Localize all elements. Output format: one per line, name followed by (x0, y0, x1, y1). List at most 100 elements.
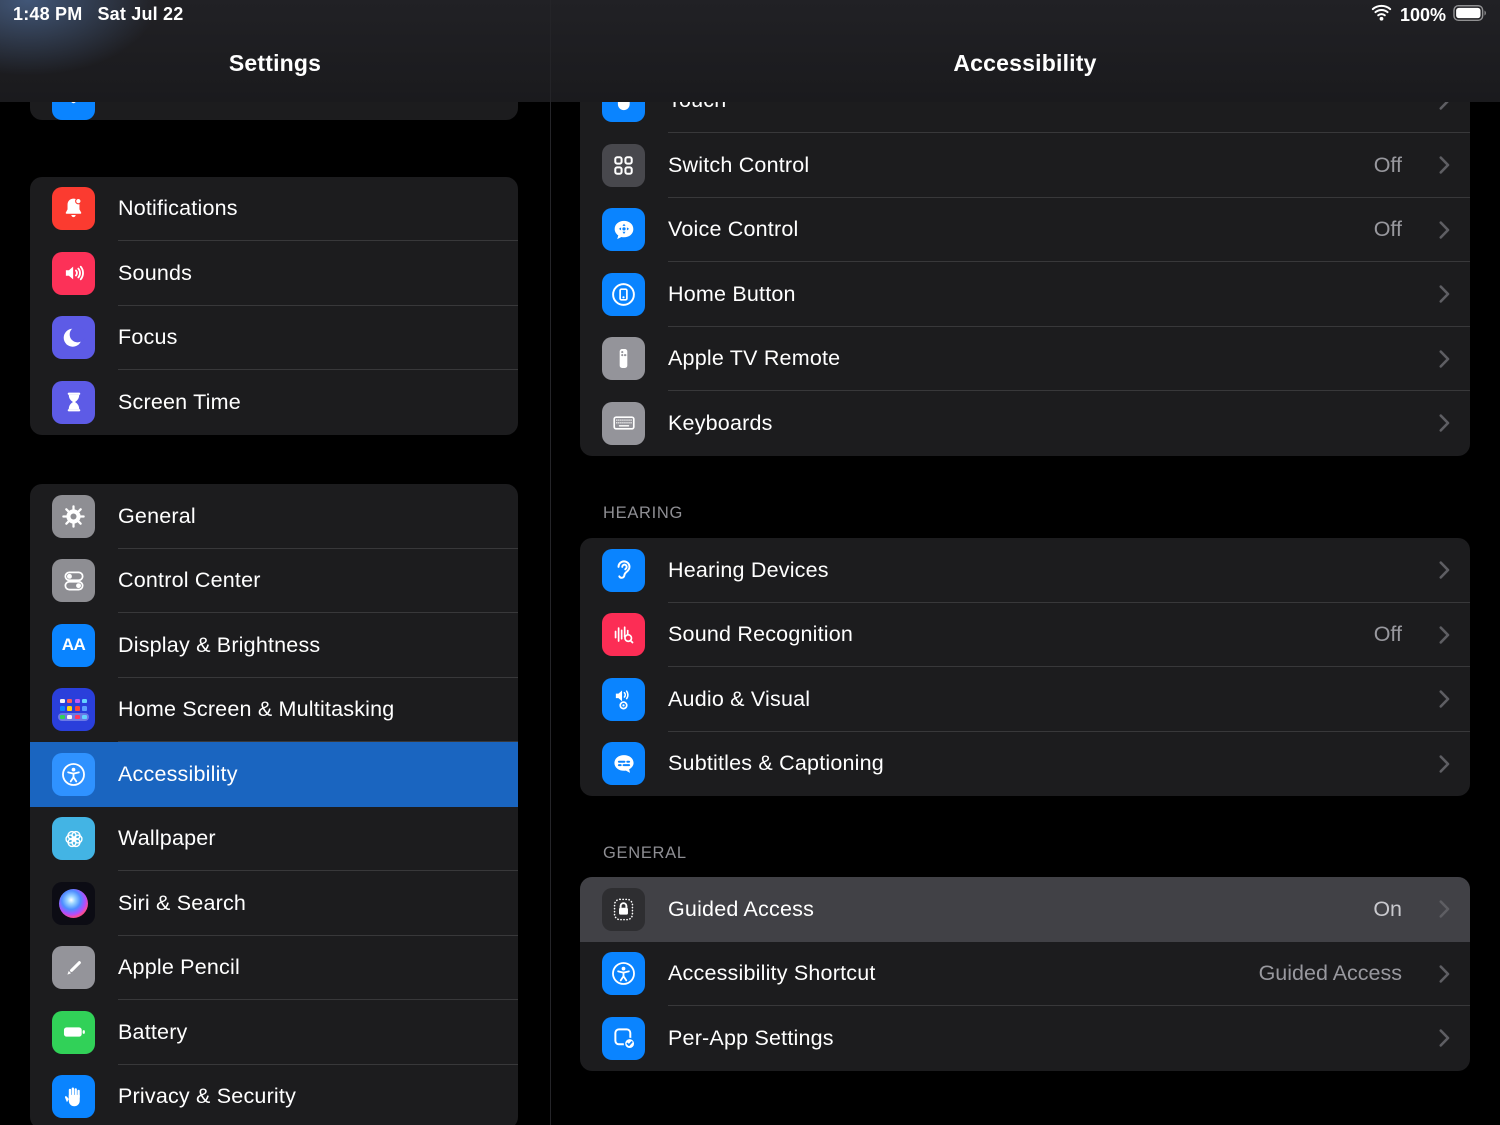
row-wallpaper[interactable]: Wallpaper (30, 807, 518, 872)
app-check-icon (602, 1017, 645, 1060)
row-label: Accessibility (118, 762, 238, 787)
row-notifications[interactable]: Notifications (30, 177, 518, 242)
row-label: Per-App Settings (668, 1026, 834, 1051)
sidebar-title: Settings (0, 50, 550, 77)
row-label: Notifications (118, 196, 238, 221)
row-privacy-security[interactable]: Privacy & Security (30, 1065, 518, 1125)
row-label: Display & Brightness (118, 633, 320, 658)
chevron-right-icon (1439, 1029, 1450, 1047)
flower-icon (52, 817, 95, 860)
waveform-magnifier-icon (602, 613, 645, 656)
row-sound-recognition[interactable]: Sound RecognitionOff (580, 603, 1470, 668)
chevron-right-icon (1439, 561, 1450, 579)
row-per-app-settings[interactable]: Per-App Settings (580, 1006, 1470, 1071)
chevron-right-icon (1439, 350, 1450, 368)
page-title: Accessibility (550, 50, 1500, 77)
row-display-brightness[interactable]: AADisplay & Brightness (30, 613, 518, 678)
row-label: Home Button (668, 282, 796, 307)
row-screen-time[interactable]: Screen Time (30, 370, 518, 435)
tv-remote-icon (602, 337, 645, 380)
chevron-right-icon (1439, 285, 1450, 303)
row-siri-search[interactable]: Siri & Search (30, 871, 518, 936)
row-label: General (118, 504, 196, 529)
row-label: Voice Control (668, 217, 798, 242)
row-apple-pencil[interactable]: Apple Pencil (30, 936, 518, 1001)
row-apple-tv-remote[interactable]: Apple TV Remote (580, 327, 1470, 392)
sidebar-group-notifications: Notifications Sounds Focus Screen Time (30, 177, 518, 435)
row-home-button[interactable]: Home Button (580, 262, 1470, 327)
ear-icon (602, 549, 645, 592)
row-label: Privacy & Security (118, 1084, 296, 1109)
row-label: Screen Time (118, 390, 241, 415)
row-value: Off (1374, 217, 1402, 242)
row-voice-control[interactable]: Voice Control Off (580, 198, 1470, 263)
row-value: Guided Access (1259, 961, 1402, 986)
row-subtitles-captioning[interactable]: Subtitles & Captioning (580, 732, 1470, 797)
wifi-icon (1370, 4, 1393, 27)
chevron-right-icon (1439, 755, 1450, 773)
row-control-center[interactable]: Control Center (30, 549, 518, 614)
status-bar-right: 100% (1370, 4, 1488, 27)
row-label: Accessibility Shortcut (668, 961, 876, 986)
chevron-right-icon (1439, 414, 1450, 432)
row-label: Siri & Search (118, 891, 246, 916)
row-label: Hearing Devices (668, 558, 829, 583)
chevron-right-icon (1439, 626, 1450, 644)
status-bar-left: 1:48 PM Sat Jul 22 (13, 4, 183, 25)
row-label: Apple Pencil (118, 955, 240, 980)
siri-orb-icon (52, 882, 95, 925)
sidebar-group-general: General Control CenterAADisplay & Brightn… (30, 484, 518, 1125)
section-hearing: Hearing Devices Sound RecognitionOff Audio… (580, 538, 1470, 796)
keyboard-icon (602, 402, 645, 445)
bell-icon (52, 187, 95, 230)
row-value: On (1373, 897, 1402, 922)
row-audio-visual[interactable]: Audio & Visual (580, 667, 1470, 732)
row-switch-control[interactable]: Switch ControlOff (580, 133, 1470, 198)
hand-icon (52, 1075, 95, 1118)
accessibility-icon (52, 753, 95, 796)
row-general[interactable]: General (30, 484, 518, 549)
section-header-hearing: HEARING (603, 504, 683, 523)
accessibility-icon (602, 952, 645, 995)
row-hearing-devices[interactable]: Hearing Devices (580, 538, 1470, 603)
row-home-screen-multitasking[interactable]: Home Screen & Multitasking (30, 678, 518, 743)
row-sounds[interactable]: Sounds (30, 241, 518, 306)
row-label: Guided Access (668, 897, 814, 922)
row-label: Battery (118, 1020, 188, 1045)
chevron-right-icon (1439, 900, 1450, 918)
home-button-icon (602, 273, 645, 316)
speaker-waves-icon (52, 252, 95, 295)
row-keyboards[interactable]: Keyboards (580, 391, 1470, 456)
captions-bubble-icon (602, 742, 645, 785)
row-accessibility[interactable]: Accessibility (30, 742, 518, 807)
voice-bubble-icon (602, 208, 645, 251)
gear-icon (52, 495, 95, 538)
row-label: Focus (118, 325, 178, 350)
row-value: Off (1374, 622, 1402, 647)
status-time: 1:48 PM (13, 4, 82, 25)
row-label: Apple TV Remote (668, 346, 840, 371)
guided-access-lock-icon (602, 888, 645, 931)
section-general: Guided Access On Accessibility Shortcut Gui… (580, 877, 1470, 1071)
row-accessibility-shortcut[interactable]: Accessibility Shortcut Guided Access (580, 942, 1470, 1007)
app-grid-icon (52, 688, 95, 731)
row-label: Wallpaper (118, 826, 216, 851)
section-header-general: GENERAL (603, 844, 687, 863)
row-battery[interactable]: Battery (30, 1000, 518, 1065)
battery-full-icon (1453, 4, 1488, 27)
row-label: Keyboards (668, 411, 773, 436)
speaker-eye-icon (602, 678, 645, 721)
row-label: Home Screen & Multitasking (118, 697, 394, 722)
row-focus[interactable]: Focus (30, 306, 518, 371)
row-label: Switch Control (668, 153, 809, 178)
navigation-bar: 1:48 PM Sat Jul 22 100% (0, 0, 1500, 102)
battery-percent-label: 100% (1400, 5, 1446, 26)
row-label: Audio & Visual (668, 687, 810, 712)
hourglass-icon (52, 381, 95, 424)
chevron-right-icon (1439, 156, 1450, 174)
row-guided-access[interactable]: Guided Access On (580, 877, 1470, 942)
pane-divider (550, 0, 551, 1125)
toggles-icon (52, 559, 95, 602)
chevron-right-icon (1439, 965, 1450, 983)
moon-icon (52, 316, 95, 359)
